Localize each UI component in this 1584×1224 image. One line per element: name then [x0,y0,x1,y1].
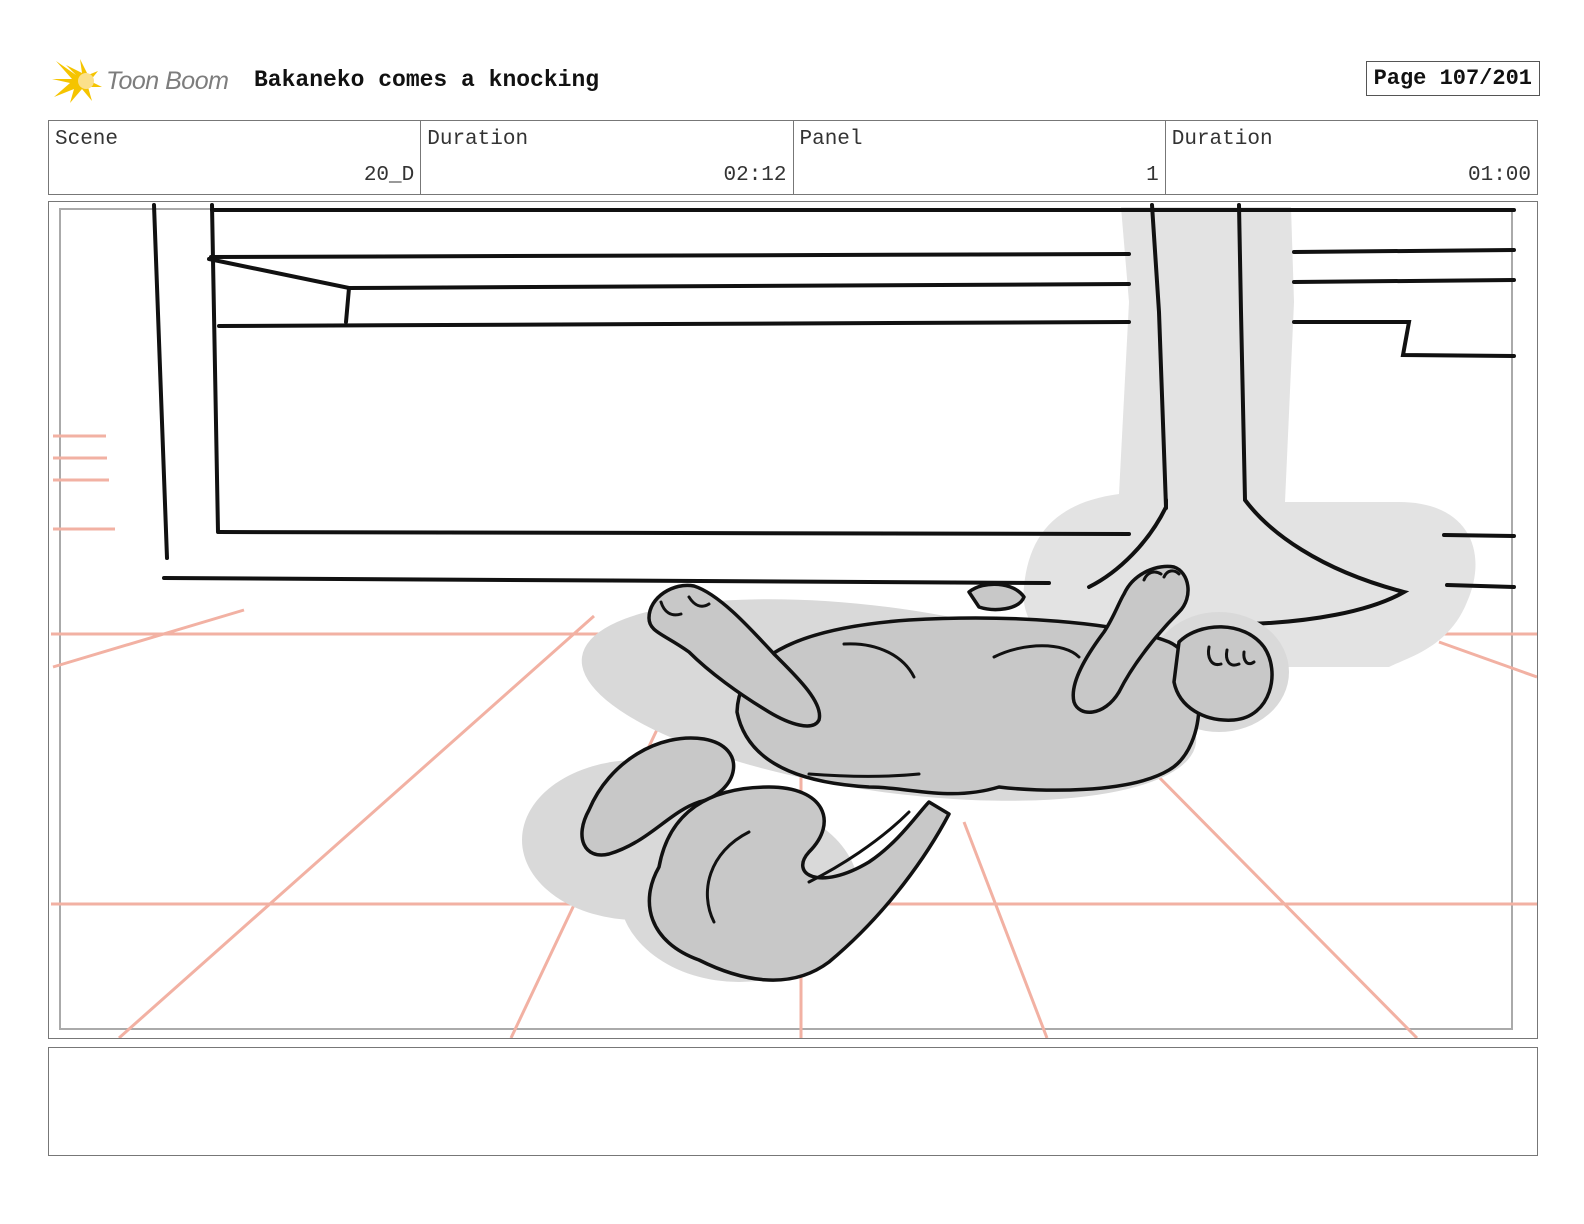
scene-duration-label: Duration [427,128,529,151]
scene-cell: Scene 20_D [49,121,422,194]
header: Toon Boom Bakaneko comes a knocking Page… [50,55,1540,107]
panel-value: 1 [1146,164,1159,187]
storyboard-panel [48,201,1538,1039]
scene-info-table: Scene 20_D Duration 02:12 Panel 1 Durati… [48,120,1538,195]
scene-duration-cell: Duration 02:12 [421,121,794,194]
panel-notes-box [48,1047,1538,1156]
starburst-icon [52,59,102,103]
toon-boom-logo: Toon Boom [52,55,242,107]
panel-cell: Panel 1 [794,121,1166,194]
panel-duration-label: Duration [1171,128,1273,151]
logo-text: Toon Boom [106,66,229,95]
panel-duration-value: 01:00 [1467,164,1531,187]
page-number: Page 107/201 [1365,61,1540,96]
document-title: Bakaneko comes a knocking [254,67,600,93]
panel-label: Panel [799,128,863,151]
scene-label: Scene [55,128,119,151]
scene-value: 20_D [363,164,415,187]
panel-drawing [51,203,1537,1038]
table-leg-shadow [1023,207,1476,667]
panel-duration-cell: Duration 01:00 [1166,121,1537,194]
scene-duration-value: 02:12 [723,164,787,187]
